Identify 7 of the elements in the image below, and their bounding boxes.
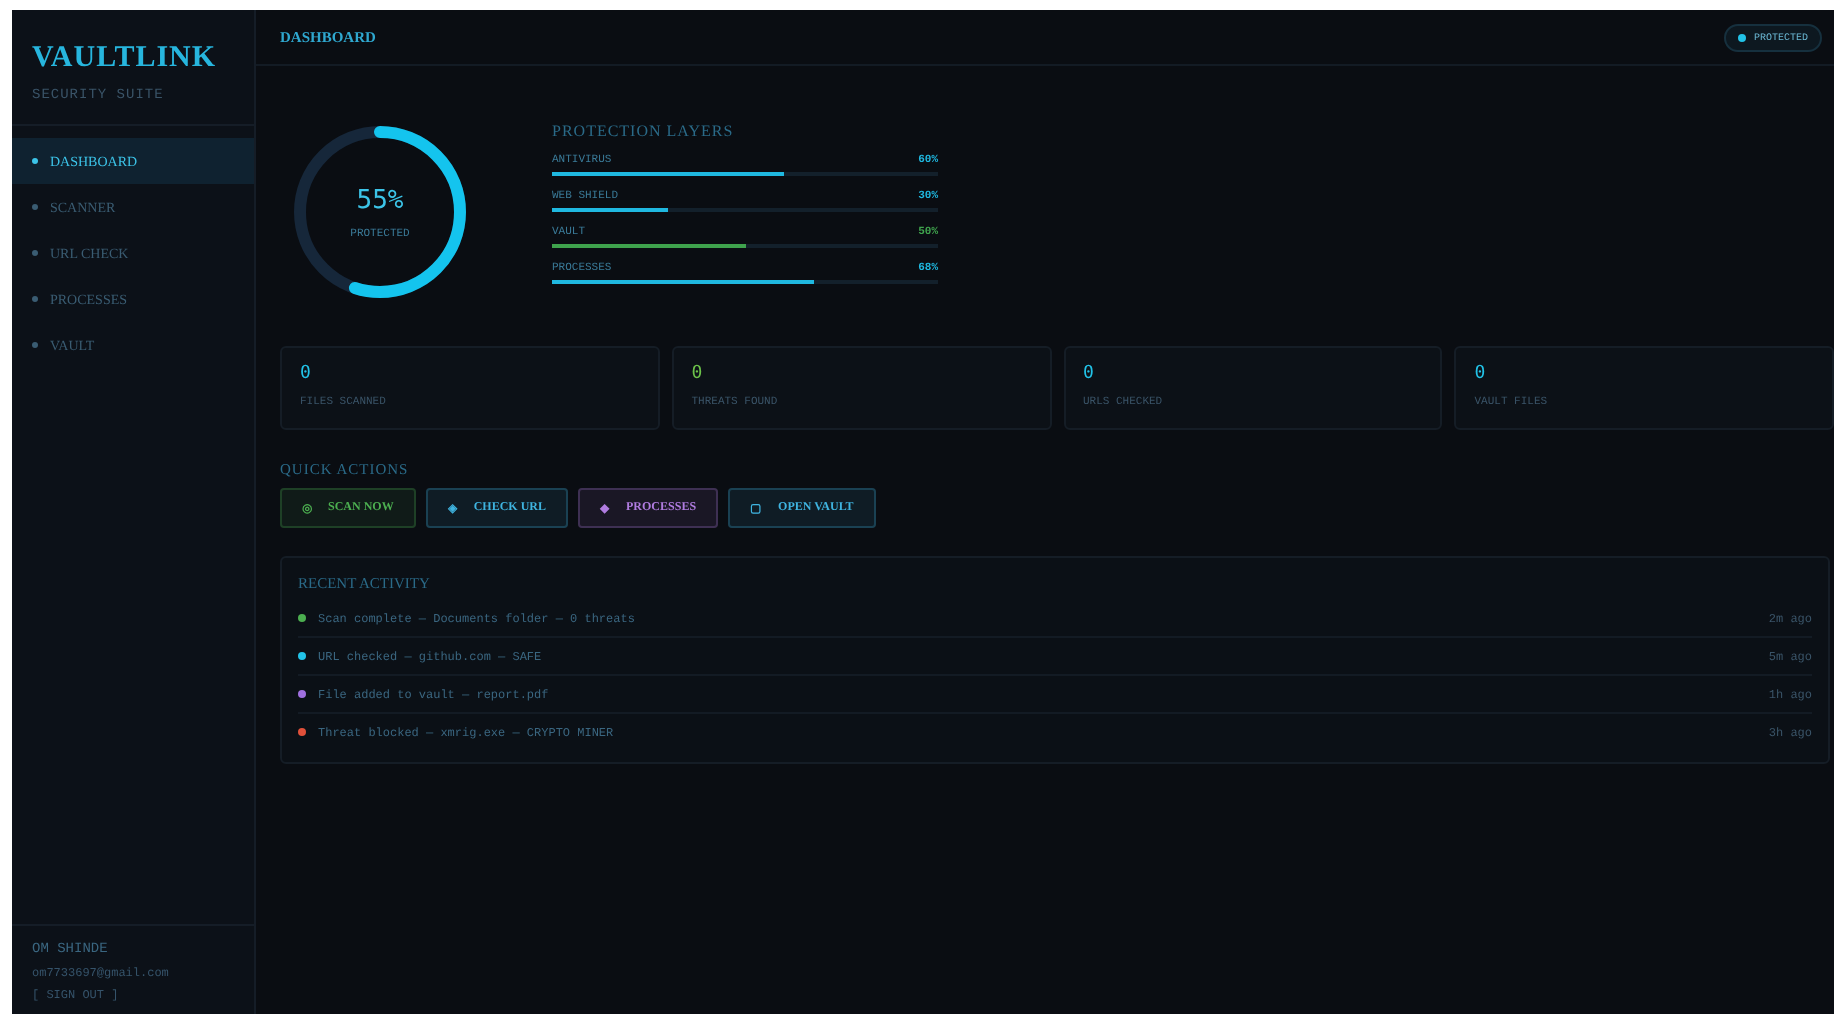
gauge-value: 55%	[356, 185, 404, 215]
app-logo: VAULTLINK	[32, 42, 219, 76]
section-title: PROTECTION LAYERS	[552, 122, 736, 140]
stat-value: 0	[300, 364, 313, 384]
stat-value: 0	[1083, 364, 1096, 384]
stat-value: 0	[691, 364, 705, 384]
stat-value: 0	[1474, 364, 1488, 384]
